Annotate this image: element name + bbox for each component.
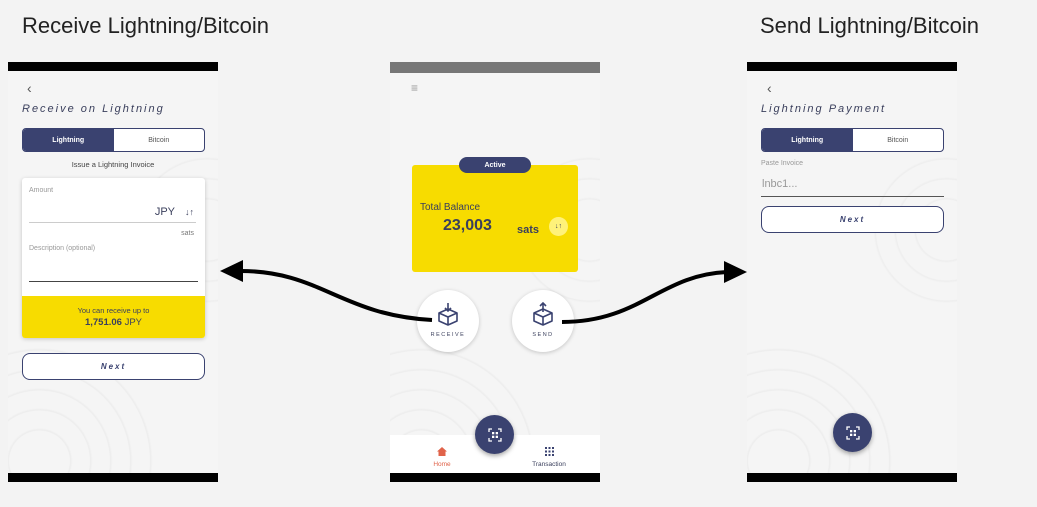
flow-arrows <box>220 260 747 324</box>
arrow-head-receive <box>220 260 243 282</box>
arrow-head-send <box>724 261 747 283</box>
arrow-to-receive <box>237 268 433 322</box>
arrow-to-send <box>561 270 728 324</box>
